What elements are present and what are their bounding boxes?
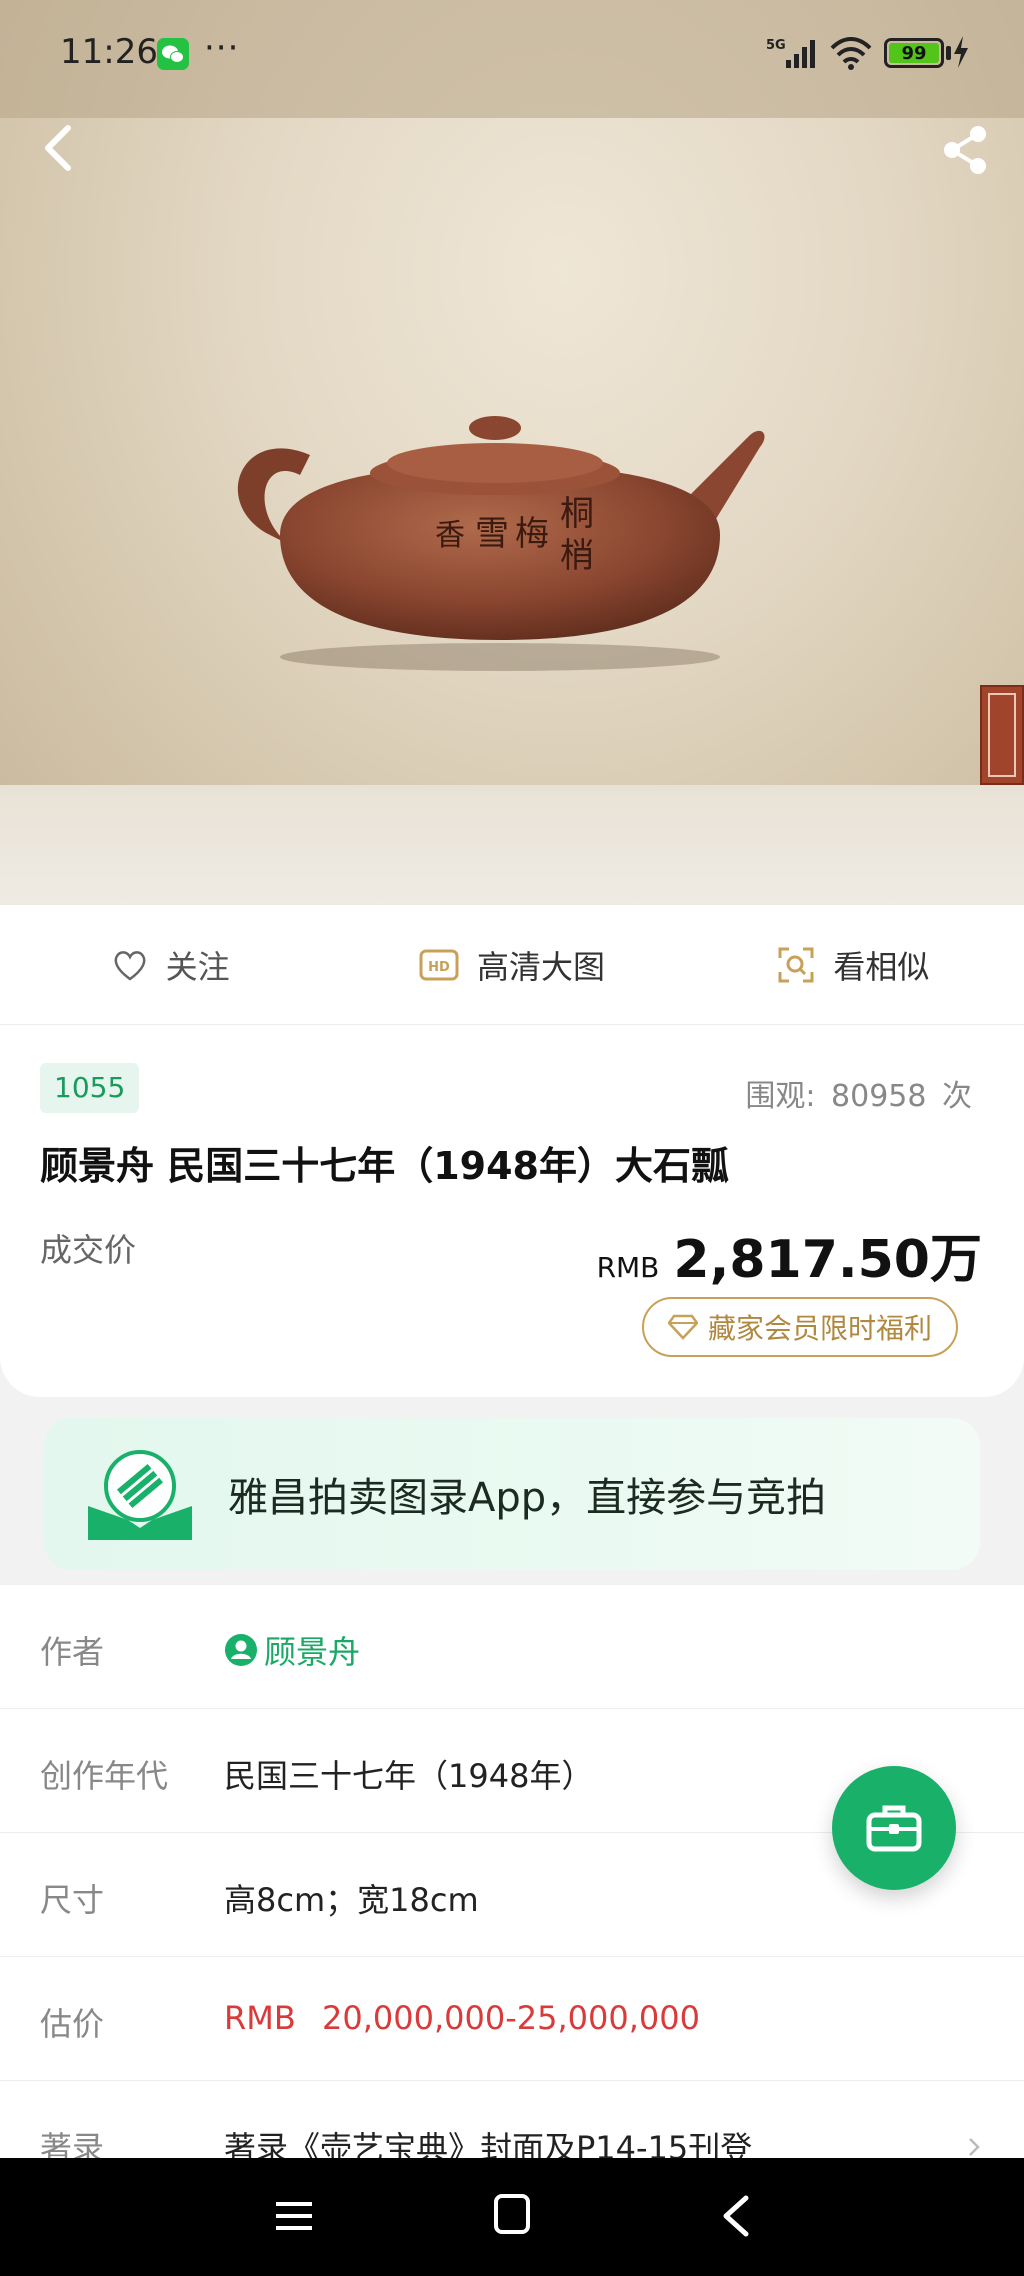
nav-back-button[interactable]	[718, 2194, 754, 2238]
detail-key: 尺寸	[40, 1881, 105, 1919]
signal-icon: 5G	[766, 38, 815, 68]
follow-label: 关注	[165, 947, 230, 986]
estimate-range: 20,000,000-25,000,000	[321, 1999, 700, 2037]
scan-similar-icon	[778, 947, 814, 982]
charging-icon	[954, 36, 968, 68]
hd-image-label: 高清大图	[476, 947, 605, 986]
hd-image-button[interactable]: HD 高清大图	[341, 905, 682, 1024]
views-unit: 次	[942, 1079, 972, 1114]
estimate-currency: RMB	[224, 1999, 296, 2037]
find-similar-label: 看相似	[833, 947, 930, 986]
system-nav-bar	[0, 2158, 1024, 2276]
detail-key: 作者	[40, 1633, 105, 1671]
estimate-value: RMB 20,000,000-25,000,000	[224, 1999, 700, 2037]
author-name: 顾景舟	[264, 1633, 361, 1671]
briefcase-icon	[866, 1805, 922, 1852]
svg-text:雪: 雪	[475, 514, 509, 554]
status-time: 11:26	[60, 32, 158, 72]
lot-number-badge: 1055	[40, 1063, 140, 1113]
diamond-icon	[667, 1314, 698, 1340]
detail-value: 民国三十七年（1948年）	[224, 1757, 594, 1795]
deal-price-label: 成交价	[40, 1231, 137, 1269]
detail-row-estimate: 估价 RMB 20,000,000-25,000,000	[0, 1957, 1024, 2081]
heart-icon	[114, 950, 146, 981]
seal-stamp	[980, 685, 1024, 785]
back-button[interactable]	[36, 120, 84, 176]
image-shadow-area	[0, 785, 1024, 905]
lot-info-card: 1055 围观: 80958 次 顾景舟 民国三十七年（1948年）大石瓢 成交…	[0, 1025, 1024, 1397]
wechat-icon	[157, 38, 189, 70]
detail-key: 估价	[40, 2005, 105, 2043]
find-similar-button[interactable]: 看相似	[683, 905, 1024, 1024]
price-value: 2,817.50万	[673, 1230, 982, 1290]
artron-app-logo	[88, 1450, 192, 1540]
banner-text: 雅昌拍卖图录App，直接参与竞拍	[228, 1475, 827, 1521]
chevron-right-icon	[969, 2138, 980, 2156]
svg-text:梅: 梅	[515, 514, 549, 554]
action-bar: 关注 HD 高清大图 看相似	[0, 905, 1024, 1025]
deal-price: RMB 2,817.50万	[597, 1217, 982, 1292]
battery-cap	[946, 46, 951, 60]
user-icon	[225, 1634, 257, 1666]
member-benefit-label: 藏家会员限时福利	[707, 1312, 932, 1345]
auction-lot-page: 桐 梢 梅 雪 香 11:26 ··· 5G 99 关注 HD 高清大图 看相似…	[0, 0, 1024, 2276]
author-link[interactable]: 顾景舟	[224, 1627, 360, 1673]
follow-button[interactable]: 关注	[0, 905, 341, 1024]
svg-text:梢: 梢	[560, 536, 594, 576]
hd-icon: HD	[419, 949, 459, 980]
view-count: 围观: 80958 次	[739, 1071, 972, 1115]
more-dots-icon: ···	[204, 28, 240, 68]
detail-value: 高8cm；宽18cm	[224, 1881, 479, 1919]
lot-title: 顾景舟 民国三十七年（1948年）大石瓢	[40, 1144, 729, 1188]
price-currency: RMB	[596, 1251, 660, 1284]
recent-apps-button[interactable]	[274, 2196, 314, 2236]
lot-image[interactable]: 桐 梢 梅 雪 香	[0, 0, 1024, 905]
battery-level: 99	[889, 43, 939, 64]
svg-text:HD: HD	[428, 960, 450, 975]
detail-key: 创作年代	[40, 1757, 169, 1795]
svg-text:香: 香	[435, 518, 465, 553]
share-button[interactable]	[940, 124, 992, 176]
svg-text:5G: 5G	[766, 38, 786, 53]
status-bar: 11:26 ··· 5G 99	[0, 0, 1024, 118]
views-label: 围观:	[745, 1079, 816, 1114]
home-button[interactable]	[494, 2194, 530, 2234]
battery-icon: 99	[884, 38, 944, 68]
briefcase-fab-button[interactable]	[832, 1766, 956, 1890]
app-promo-banner[interactable]: 雅昌拍卖图录App，直接参与竞拍	[44, 1418, 980, 1570]
teapot-image: 桐 梢 梅 雪 香	[237, 416, 765, 671]
views-count: 80958	[831, 1079, 927, 1114]
detail-row-author: 作者 顾景舟	[0, 1585, 1024, 1709]
svg-text:桐: 桐	[560, 494, 594, 534]
wifi-icon	[830, 37, 872, 70]
member-benefit-button[interactable]: 藏家会员限时福利	[641, 1297, 958, 1357]
